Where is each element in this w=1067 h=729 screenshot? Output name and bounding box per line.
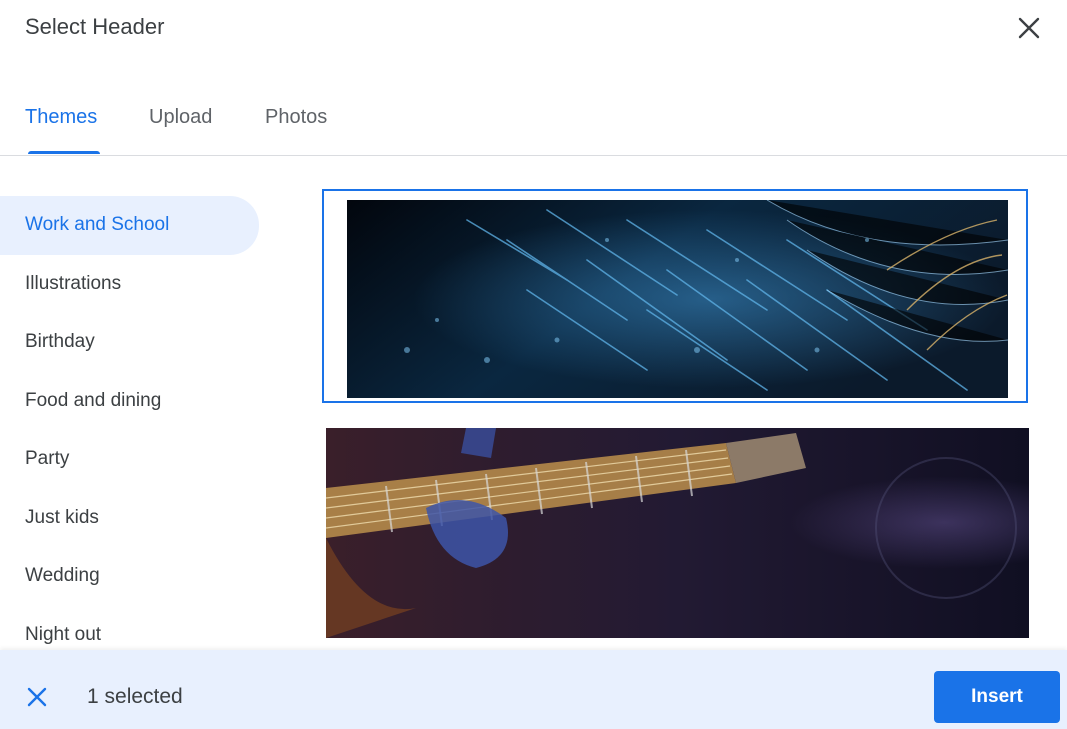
sidebar-item-food-and-dining[interactable]: Food and dining [0,372,260,431]
header-image-gallery [322,189,1034,649]
sidebar-item-birthday[interactable]: Birthday [0,313,260,372]
close-button[interactable] [1013,12,1045,44]
tab-themes[interactable]: Themes [25,106,97,129]
insert-button[interactable]: Insert [934,671,1060,723]
tab-bar: Themes Upload Photos [0,96,1067,156]
sidebar-item-just-kids[interactable]: Just kids [0,489,260,548]
tab-photos[interactable]: Photos [265,106,327,129]
dialog-title: Select Header [25,14,165,39]
close-icon [1018,17,1040,39]
sidebar-item-illustrations[interactable]: Illustrations [0,255,260,314]
close-icon [27,687,47,707]
tab-upload[interactable]: Upload [149,106,212,129]
selection-footer: 1 selected Insert [0,650,1067,729]
category-sidebar: Work and School Illustrations Birthday F… [0,196,260,664]
header-option-selected[interactable] [322,189,1028,403]
active-tab-indicator [28,151,100,154]
clear-selection-button[interactable] [22,682,52,712]
header-option-guitar[interactable] [325,428,1029,638]
guitar-player-image [325,428,1029,638]
sidebar-item-wedding[interactable]: Wedding [0,547,260,606]
abstract-blue-light-streaks-image [347,200,1008,398]
selected-count: 1 selected [87,685,183,708]
sidebar-item-party[interactable]: Party [0,430,260,489]
sidebar-item-work-and-school[interactable]: Work and School [0,196,259,255]
